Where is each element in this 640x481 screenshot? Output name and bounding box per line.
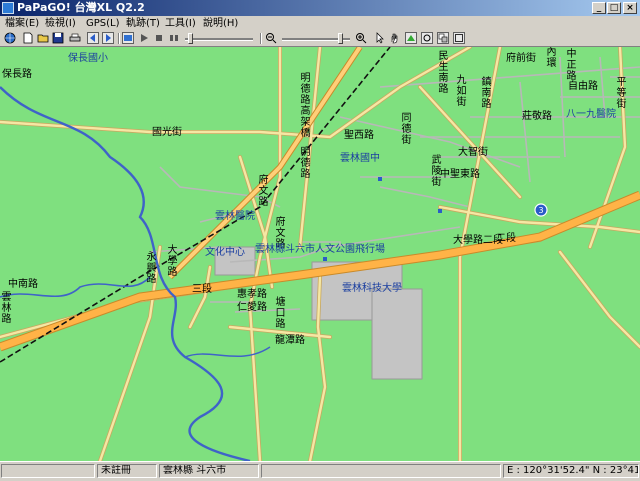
label-qianan-st: 府前街	[506, 53, 536, 64]
label-guoguang-st: 國光街	[152, 127, 182, 138]
label-yunke: 雲林科技大學	[342, 283, 402, 294]
label-jinan-road: 鎮南路	[481, 77, 492, 110]
label-mingde-overpass: 明德路高架橋	[300, 73, 311, 139]
forward-icon[interactable]	[102, 32, 114, 44]
label-erduan: 二段	[496, 233, 516, 244]
river-branch	[184, 346, 271, 358]
label-hospital-819: 八一九醫院	[566, 109, 616, 120]
label-renai-road: 仁愛路	[237, 302, 267, 313]
label-yunzhong: 雲林國中	[340, 153, 380, 164]
window-title: PaPaGO! 台灣XL Q2.2	[17, 1, 145, 14]
map-view[interactable]: 3 保長路 保長國小 明德路高架橋 明德路 國光街 府文路 府文路 雲林醫院 文化中心 雲林縣斗六…	[0, 47, 640, 461]
label-yongxing-road: 永興路	[146, 252, 157, 285]
pan-hand-icon[interactable]	[389, 32, 401, 44]
open-icon[interactable]	[37, 32, 49, 44]
label-daxue-road: 大學路	[167, 245, 178, 278]
status-blank	[1, 464, 95, 478]
zoom-out-icon[interactable]	[265, 32, 277, 44]
route-badge-label: 3	[538, 206, 543, 215]
label-fuwen-road: 府文路	[258, 175, 269, 208]
label-yunlin-hospital: 雲林醫院	[215, 211, 255, 222]
label-pingdeng-st: 平等街	[616, 77, 627, 110]
zoom-slider-thumb[interactable]	[338, 33, 343, 44]
label-west-road: 雲林路	[1, 292, 12, 325]
fit-view-icon[interactable]	[453, 32, 465, 44]
globe-icon[interactable]	[4, 32, 16, 44]
label-mingde-road: 明德路	[300, 147, 311, 180]
back-icon[interactable]	[87, 32, 99, 44]
label-county-hall: 雲林縣斗六市人文公園飛行場	[255, 244, 385, 255]
toolbar	[0, 31, 640, 47]
stop-icon[interactable]	[153, 32, 165, 44]
label-minsheng-s: 民生南路	[438, 51, 449, 95]
menu-view[interactable]: 檢視(I)	[45, 17, 76, 30]
toolbar-separator	[118, 33, 120, 44]
label-neihu: 內環	[546, 47, 557, 69]
toolbar-separator	[260, 33, 262, 44]
label-baoqiao-school: 保長國小	[68, 53, 108, 64]
label-tangkou-road: 塘口路	[275, 297, 286, 330]
campus-block	[371, 288, 423, 380]
label-huixiao-road: 惠孝路	[237, 289, 267, 300]
status-bar: 未註冊 雲林縣 斗六市 E : 120°31'52.4" N : 23°41'4…	[0, 461, 640, 481]
status-empty	[261, 464, 501, 478]
label-ziyou-road: 自由路	[568, 81, 598, 92]
status-coords: E : 120°31'52.4" N : 23°41'41.6	[503, 464, 639, 478]
menu-gps[interactable]: GPS(L)	[86, 17, 120, 30]
play-icon[interactable]	[138, 32, 150, 44]
close-button[interactable]: ×	[623, 2, 637, 14]
label-wuling-st: 武陵街	[431, 155, 442, 188]
rotate-icon[interactable]	[421, 32, 433, 44]
status-location: 雲林縣 斗六市	[159, 464, 259, 478]
menu-track[interactable]: 軌跡(T)	[126, 17, 160, 30]
label-sanduan: 三段	[192, 284, 212, 295]
label-zhongzheng-road: 中正路	[566, 49, 577, 82]
view-mode-icon[interactable]	[405, 32, 417, 44]
minimize-button[interactable]: _	[592, 2, 606, 14]
label-jiuqi: 九如街	[456, 75, 467, 108]
record-icon[interactable]	[168, 32, 180, 44]
label-culture-center: 文化中心	[205, 247, 245, 258]
label-zhongnan: 中南路	[8, 279, 38, 290]
print-icon[interactable]	[69, 32, 81, 44]
poi-marker	[323, 257, 327, 261]
save-icon[interactable]	[52, 32, 64, 44]
screenshot-icon[interactable]	[122, 32, 134, 44]
pointer-icon[interactable]	[374, 32, 386, 44]
new-icon[interactable]	[22, 32, 34, 44]
app-icon	[2, 2, 14, 14]
label-longtan-road: 龍潭路	[275, 335, 305, 346]
label-datong-st: 大智街	[458, 147, 488, 158]
label-zhongsheng-road: 中聖東路	[440, 169, 480, 180]
zoom-in-icon[interactable]	[355, 32, 367, 44]
menu-tools[interactable]: 工具(I)	[165, 17, 196, 30]
menu-bar: 檔案(E) 檢視(I) GPS(L) 軌跡(T) 工具(I) 說明(H)	[0, 16, 640, 31]
label-baoqiao-road: 保長路	[2, 69, 32, 80]
label-zhuangjing-road: 莊敬路	[522, 111, 552, 122]
poi-marker	[378, 177, 382, 181]
label-shengxi-road: 聖西路	[344, 130, 374, 141]
river	[0, 86, 251, 461]
poi-marker	[438, 209, 442, 213]
maximize-button[interactable]: □	[607, 2, 621, 14]
menu-file[interactable]: 檔案(E)	[5, 17, 39, 30]
label-tongde-st: 同德街	[401, 113, 412, 146]
title-bar: PaPaGO! 台灣XL Q2.2 _ □ ×	[0, 0, 640, 16]
menu-help[interactable]: 說明(H)	[203, 17, 238, 30]
playback-slider-thumb[interactable]	[188, 33, 193, 44]
status-registration: 未註冊	[97, 464, 157, 478]
layers-icon[interactable]	[437, 32, 449, 44]
playback-slider-track[interactable]	[185, 38, 253, 41]
